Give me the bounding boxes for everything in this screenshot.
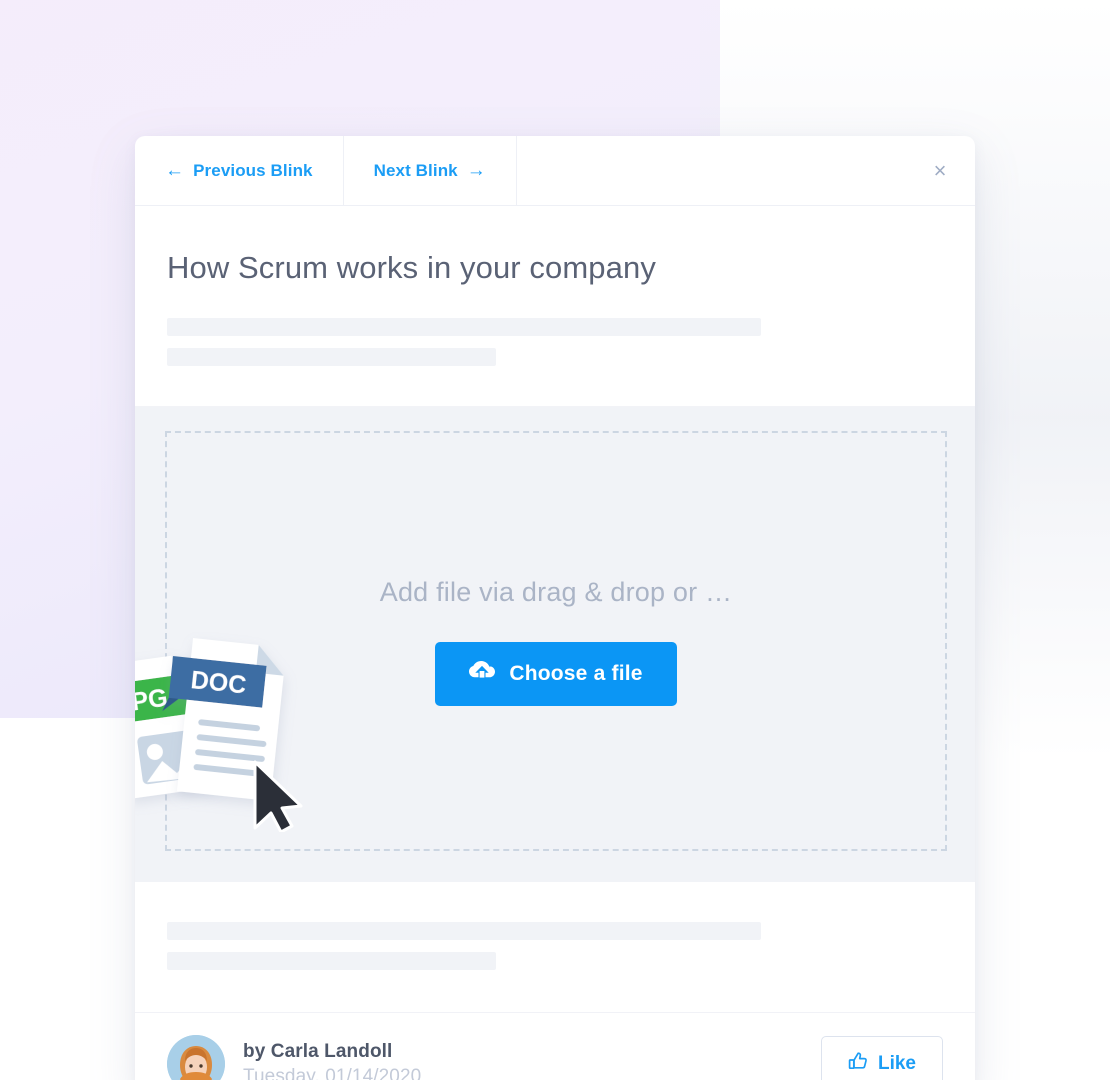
dropzone-section: Add file via drag & drop or … Choose a f… <box>135 407 975 882</box>
close-button[interactable]: × <box>905 136 975 205</box>
previous-blink-button[interactable]: ← Previous Blink <box>135 136 344 205</box>
next-blink-button[interactable]: Next Blink → <box>344 136 517 205</box>
title-skeleton-group <box>167 318 943 366</box>
file-dropzone[interactable]: Add file via drag & drop or … Choose a f… <box>165 431 947 851</box>
skeleton-bar <box>167 348 496 366</box>
page-title: How Scrum works in your company <box>167 250 656 285</box>
publish-date: Tuesday, 01/14/2020 <box>243 1065 422 1080</box>
like-label: Like <box>877 1053 916 1074</box>
arrow-right-icon: → <box>466 160 486 181</box>
close-icon: × <box>933 157 947 183</box>
title-section: How Scrum works in your company <box>135 206 975 407</box>
avatar <box>167 1035 225 1080</box>
next-blink-label: Next Blink <box>373 160 458 180</box>
body-skeleton-section <box>135 882 975 1013</box>
navbar-spacer <box>517 136 905 205</box>
like-button[interactable]: Like <box>820 1036 943 1080</box>
choose-file-button[interactable]: Choose a file <box>435 641 677 706</box>
blink-card: ← Previous Blink Next Blink → × How Scru… <box>135 136 975 1080</box>
arrow-left-icon: ← <box>165 160 185 181</box>
previous-blink-label: Previous Blink <box>193 160 313 180</box>
cloud-upload-icon <box>469 660 496 687</box>
skeleton-bar <box>167 922 761 940</box>
author-name: by Carla Landoll <box>243 1040 393 1062</box>
skeleton-bar <box>167 318 761 336</box>
choose-file-label: Choose a file <box>509 661 643 685</box>
thumbs-up-icon <box>848 1051 868 1077</box>
byline: by Carla Landoll Tuesday, 01/14/2020 <box>243 1041 421 1080</box>
dropzone-instruction: Add file via drag & drop or … <box>379 576 733 607</box>
card-navbar: ← Previous Blink Next Blink → × <box>135 136 975 206</box>
skeleton-bar <box>167 952 496 970</box>
card-footer: by Carla Landoll Tuesday, 01/14/2020 Lik… <box>135 1013 975 1080</box>
